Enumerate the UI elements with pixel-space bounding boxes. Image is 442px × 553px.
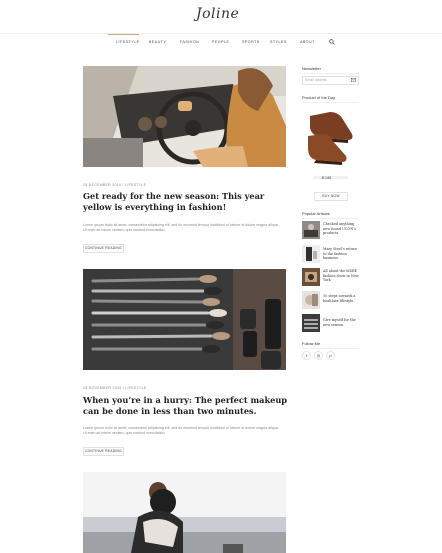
popular-item-3-title[interactable]: All about the MSRE fashion show in New Y… (323, 269, 359, 283)
post-2-continue-button[interactable]: Continue reading (83, 447, 124, 456)
post-1-continue-button[interactable]: Continue reading (83, 244, 124, 253)
product-price: $ 149 (322, 176, 331, 180)
post-2-excerpt: Lorem ipsum dolor sit amet, consectetur … (83, 426, 279, 435)
nav-item-beauty[interactable]: Beauty (149, 40, 166, 44)
popular-item-5-title[interactable]: Give myself for the new season (323, 318, 359, 327)
popular-item-2-title[interactable]: Mary Steel’s return to the fashion busin… (323, 247, 359, 261)
nav-item-lifestyle[interactable]: Lifestyle (116, 40, 139, 44)
popular-item-5-thumb[interactable] (302, 314, 320, 332)
post-1-meta: 15 December 2019 / Lifestyle (83, 183, 147, 187)
product-divider (302, 102, 359, 103)
post-2-image[interactable] (83, 269, 286, 370)
pinterest-icon[interactable]: p (326, 351, 335, 360)
post-2-title[interactable]: When you’re in a hurry: The perfect make… (83, 395, 288, 417)
newsletter-placeholder: Email address (305, 78, 328, 82)
post-1-excerpt: Lorem ipsum dolor sit amet, consectetur … (83, 223, 279, 232)
buy-now-button[interactable]: Buy now (314, 192, 348, 201)
popular-articles-title: Popular Articles (302, 211, 330, 216)
post-2-meta: 15 November 2019 / Lifestyle (83, 386, 147, 390)
nav-item-about[interactable]: About (300, 40, 315, 44)
popular-item-1-thumb[interactable] (302, 221, 320, 239)
product-image[interactable] (302, 104, 359, 187)
nav-item-people[interactable]: People (212, 40, 229, 44)
main-nav: Lifestyle Beauty Fashion People Sports S… (0, 34, 442, 50)
popular-item-4-title[interactable]: 10 steps towards a healthier lifestyle (323, 294, 359, 303)
post-1-title[interactable]: Get ready for the new season: This year … (83, 191, 288, 213)
product-title: Product of the Day (302, 95, 336, 100)
site-header: Joline (0, 0, 442, 34)
newsletter-title: Newsletter (302, 66, 321, 71)
popular-item-1-title[interactable]: Checked anything new found UCON’s produc… (323, 222, 359, 236)
follow-divider (302, 348, 359, 349)
popular-item-2-thumb[interactable] (302, 245, 320, 263)
site-logo[interactable]: Joline (196, 6, 239, 22)
popular-item-3-thumb[interactable] (302, 268, 320, 286)
nav-item-sports[interactable]: Sports (242, 40, 260, 44)
popular-item-4-thumb[interactable] (302, 291, 320, 309)
mail-icon[interactable] (351, 78, 356, 82)
logo-text: Joline (196, 6, 240, 22)
nav-active-indicator (108, 34, 139, 35)
newsletter-divider (302, 73, 359, 74)
facebook-icon[interactable]: f (302, 351, 311, 360)
nav-item-styles[interactable]: Styles (270, 40, 287, 44)
post-3-image[interactable] (83, 472, 286, 553)
follow-title: Follow Me (302, 341, 321, 346)
post-1-image[interactable] (83, 66, 286, 167)
popular-divider (302, 218, 359, 219)
nav-item-fashion[interactable]: Fashion (180, 40, 199, 44)
search-icon[interactable] (329, 39, 335, 45)
instagram-icon[interactable]: ◎ (314, 351, 323, 360)
